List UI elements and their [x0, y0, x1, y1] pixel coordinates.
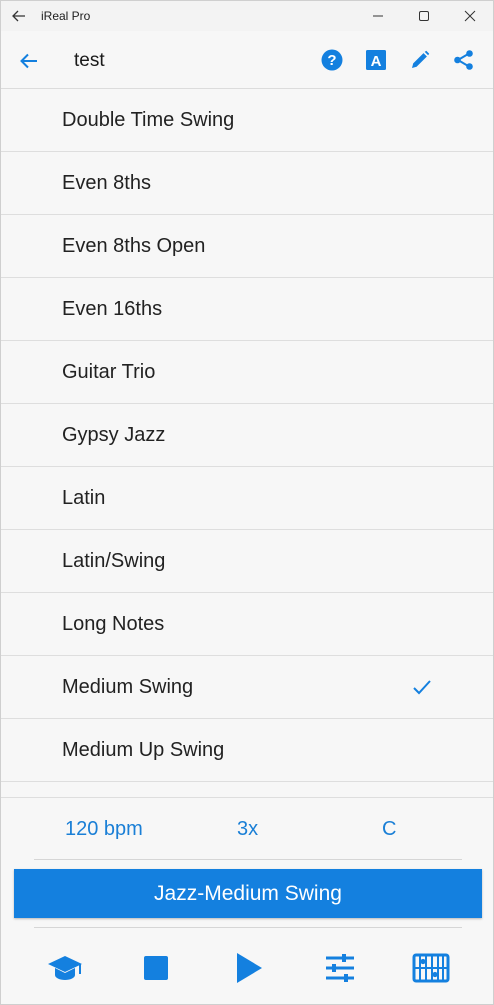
list-item-label: Even 16ths [62, 297, 163, 320]
list-item-label: Even 8ths Open [62, 234, 206, 257]
titlebar-back-button[interactable] [1, 1, 37, 31]
key-button[interactable]: C [382, 818, 396, 841]
maximize-icon [419, 11, 429, 21]
minimize-button[interactable] [355, 1, 401, 31]
selected-style-button[interactable]: Jazz-Medium Swing [14, 869, 482, 918]
list-item-style-selected[interactable]: Medium Swing [1, 656, 493, 719]
list-item-style[interactable]: Latin [1, 467, 493, 530]
back-arrow-icon [12, 10, 25, 22]
list-item-style[interactable]: Gypsy Jazz [1, 404, 493, 467]
app-window: iReal Pro test ? A Double Time Swing Eve… [0, 0, 494, 1005]
back-arrow-icon [20, 53, 37, 69]
divider [34, 927, 462, 928]
list-item-label: Double Time Swing [62, 108, 235, 131]
list-item-label: Long Notes [62, 612, 165, 635]
window-title: iReal Pro [41, 9, 91, 23]
edit-button[interactable] [407, 47, 433, 73]
list-item-label: Even 8ths [62, 171, 151, 194]
svg-text:A: A [371, 53, 382, 70]
title-bar: iReal Pro [1, 1, 493, 31]
app-header: test ? A [1, 31, 493, 89]
play-icon [237, 953, 262, 983]
list-item-style[interactable]: Even 8ths Open [1, 215, 493, 278]
graduation-cap-icon [48, 956, 82, 980]
share-icon [454, 50, 473, 70]
font-button[interactable]: A [363, 47, 389, 73]
close-icon [464, 10, 476, 22]
header-back-button[interactable] [15, 47, 43, 75]
list-item-label: Medium Up Swing [62, 738, 225, 761]
maximize-button[interactable] [401, 1, 447, 31]
list-item-style[interactable]: Medium Up Swing [1, 719, 493, 782]
mixer-sliders-icon [326, 954, 354, 982]
window-controls [355, 1, 493, 31]
playback-parameters: 120 bpm 3x C [1, 797, 493, 859]
list-item-style[interactable]: Even 8ths [1, 152, 493, 215]
list-item-label: Latin [62, 486, 106, 509]
list-item-style[interactable]: Double Time Swing [1, 89, 493, 152]
svg-text:?: ? [327, 52, 336, 69]
list-item-style[interactable]: Even 16ths [1, 278, 493, 341]
page-title: test [74, 50, 105, 71]
list-item-style[interactable]: Latin/Swing [1, 530, 493, 593]
minimize-icon [373, 15, 383, 17]
repeats-button[interactable]: 3x [237, 818, 258, 841]
fretboard-button[interactable] [412, 951, 450, 985]
font-icon: A [366, 50, 386, 70]
list-item-label: Medium Swing [62, 675, 194, 698]
close-button[interactable] [447, 1, 493, 31]
list-item-label: Latin/Swing [62, 549, 166, 572]
edit-pencil-icon [412, 50, 430, 68]
help-button[interactable]: ? [319, 47, 345, 73]
stop-icon [144, 956, 168, 980]
share-button[interactable] [451, 47, 477, 73]
bottom-toolbar [1, 929, 493, 1004]
stop-button[interactable] [137, 951, 175, 985]
list-item-label: Guitar Trio [62, 360, 156, 383]
list-item-label: Gypsy Jazz [62, 423, 166, 446]
divider [34, 859, 462, 860]
style-list: Double Time Swing Even 8ths Even 8ths Op… [1, 89, 493, 782]
help-icon: ? [321, 49, 343, 71]
tempo-button[interactable]: 120 bpm [65, 818, 143, 841]
fretboard-icon [412, 953, 450, 983]
list-item-style[interactable]: Long Notes [1, 593, 493, 656]
checkmark-icon [413, 680, 431, 695]
play-button[interactable] [230, 951, 268, 985]
practice-button[interactable] [46, 951, 84, 985]
list-item-style[interactable]: Guitar Trio [1, 341, 493, 404]
mixer-button[interactable] [321, 951, 359, 985]
